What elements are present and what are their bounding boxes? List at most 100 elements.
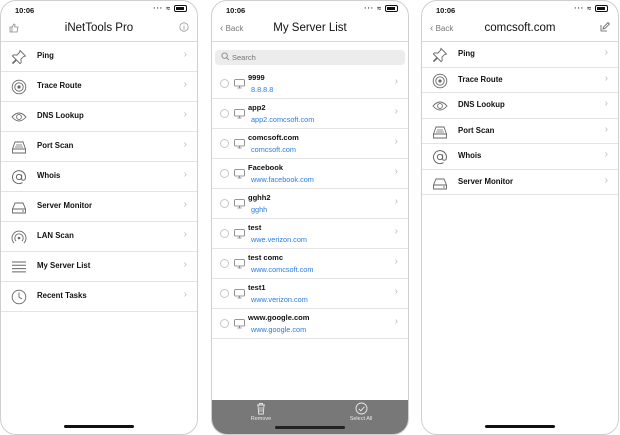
server-row[interactable]: comcsoft.com comcsoft.com ›	[212, 129, 408, 159]
at-sign-icon	[11, 169, 27, 185]
search-bar[interactable]	[215, 50, 405, 65]
chevron-right-icon: ›	[183, 259, 187, 270]
monitor-icon	[234, 289, 245, 299]
nav-bar: iNetTools Pro	[1, 17, 197, 42]
chevron-right-icon: ›	[604, 174, 608, 186]
port-scan-icon	[432, 124, 448, 139]
status-time: 10:06	[226, 6, 246, 15]
server-row[interactable]: test wwe.verizon.com ›	[212, 219, 408, 249]
menu-item-label: DNS Lookup	[37, 111, 84, 120]
chevron-right-icon: ›	[394, 166, 398, 177]
select-radio[interactable]	[220, 289, 229, 298]
server-address: gghh	[251, 205, 268, 214]
chevron-right-icon: ›	[604, 98, 608, 109]
menu-item-ping[interactable]: Ping ›	[422, 42, 618, 68]
select-radio[interactable]	[220, 199, 229, 208]
select-radio[interactable]	[220, 169, 229, 178]
menu-item-server-monitor[interactable]: Server Monitor ›	[422, 170, 618, 195]
server-list: 9999 8.8.8.8 › app2 app2.comcsoft.com › comcso…	[212, 69, 408, 339]
page-title: comcsoft.com	[484, 22, 556, 34]
server-row[interactable]: 9999 8.8.8.8 ›	[212, 69, 408, 99]
menu-item-port-scan[interactable]: Port Scan ›	[422, 119, 618, 144]
status-icons: ··· ≈	[574, 5, 608, 12]
menu-item-ping[interactable]: Ping ›	[1, 42, 197, 72]
info-icon[interactable]	[179, 22, 189, 34]
chevron-right-icon: ›	[183, 289, 187, 300]
select-radio[interactable]	[220, 259, 229, 268]
menu-item-server-monitor[interactable]: Server Monitor ›	[1, 192, 197, 222]
chevron-right-icon: ›	[183, 139, 187, 150]
menu-item-recent-tasks[interactable]: Recent Tasks ›	[1, 282, 197, 312]
home-indicator	[485, 425, 555, 428]
chevron-right-icon: ›	[183, 109, 187, 120]
menu-item-label: Trace Route	[37, 81, 82, 90]
eye-icon	[11, 109, 27, 124]
status-bar: 10:06 ··· ≈	[212, 1, 408, 17]
edit-icon[interactable]	[600, 22, 610, 34]
battery-icon	[385, 5, 398, 12]
menu-item-label: Ping	[37, 51, 54, 60]
server-row[interactable]: test1 www.verizon.com ›	[212, 279, 408, 309]
menu-item-lan-scan[interactable]: LAN Scan ›	[1, 222, 197, 252]
battery-icon	[174, 5, 187, 12]
chevron-right-icon: ›	[394, 286, 398, 297]
server-monitor-icon	[11, 199, 27, 214]
select-all-button[interactable]: Select All	[336, 402, 386, 422]
server-tools-menu: Ping › Trace Route › DNS Lookup › Port Scan › Wh…	[422, 42, 618, 195]
battery-icon	[595, 5, 608, 12]
menu-item-trace-route[interactable]: Trace Route ›	[1, 72, 197, 102]
menu-item-label: Ping	[458, 49, 475, 58]
menu-item-whois[interactable]: Whois ›	[422, 144, 618, 170]
menu-item-whois[interactable]: Whois ›	[1, 162, 197, 192]
chevron-right-icon: ›	[183, 169, 187, 180]
chevron-right-icon: ›	[394, 256, 398, 267]
phone-screen-main-menu: 10:06 ··· ≈ iNetTools Pro Ping › Trace Rou…	[0, 0, 198, 435]
menu-item-dns-lookup[interactable]: DNS Lookup ›	[1, 102, 197, 132]
server-address: app2.comcsoft.com	[251, 115, 315, 124]
trash-icon	[257, 403, 265, 415]
chevron-right-icon: ›	[183, 199, 187, 210]
select-radio[interactable]	[220, 139, 229, 148]
checkmark-circle-icon	[355, 402, 367, 415]
server-row[interactable]: www.google.com www.google.com ›	[212, 309, 408, 339]
chevron-right-icon: ›	[394, 136, 398, 147]
menu-item-dns-lookup[interactable]: DNS Lookup ›	[422, 93, 618, 119]
status-icons: ··· ≈	[364, 5, 398, 12]
page-title: My Server List	[273, 22, 347, 34]
lan-scan-icon	[11, 229, 27, 244]
status-time: 10:06	[15, 6, 35, 15]
server-row[interactable]: app2 app2.comcsoft.com ›	[212, 99, 408, 129]
server-monitor-icon	[432, 175, 448, 190]
chevron-right-icon: ›	[604, 47, 608, 58]
tools-menu: Ping › Trace Route › DNS Lookup › Port Scan › Wh…	[1, 42, 197, 312]
server-name: app2	[248, 103, 266, 112]
server-row[interactable]: Facebook www.facebook.com ›	[212, 159, 408, 189]
server-address: wwe.verizon.com	[251, 235, 307, 244]
port-scan-icon	[11, 139, 27, 154]
list-icon	[11, 259, 27, 274]
remove-button[interactable]: Remove	[236, 402, 286, 422]
status-bar: 10:06 ··· ≈	[422, 1, 618, 17]
menu-item-trace-route[interactable]: Trace Route ›	[422, 68, 618, 93]
search-input[interactable]	[232, 51, 372, 63]
server-address: www.verizon.com	[251, 295, 308, 304]
monitor-icon	[234, 109, 245, 119]
pin-icon	[432, 47, 448, 63]
server-name: 9999	[248, 73, 265, 82]
menu-item-my-server-list[interactable]: My Server List ›	[1, 252, 197, 282]
monitor-icon	[234, 229, 245, 239]
server-row[interactable]: gghh2 gghh ›	[212, 189, 408, 219]
select-all-label: Select All	[349, 416, 373, 422]
select-radio[interactable]	[220, 319, 229, 328]
phone-screen-server-detail: 10:06 ··· ≈ ‹ Back comcsoft.com Ping › Tra…	[421, 0, 619, 435]
select-radio[interactable]	[220, 79, 229, 88]
menu-item-port-scan[interactable]: Port Scan ›	[1, 132, 197, 162]
server-row[interactable]: test comc www.comcsoft.com ›	[212, 249, 408, 279]
server-address: comcsoft.com	[251, 145, 297, 154]
menu-item-label: Whois	[458, 151, 482, 160]
select-radio[interactable]	[220, 109, 229, 118]
home-indicator	[275, 426, 345, 429]
select-radio[interactable]	[220, 229, 229, 238]
monitor-icon	[234, 139, 245, 149]
eye-icon	[432, 98, 448, 113]
